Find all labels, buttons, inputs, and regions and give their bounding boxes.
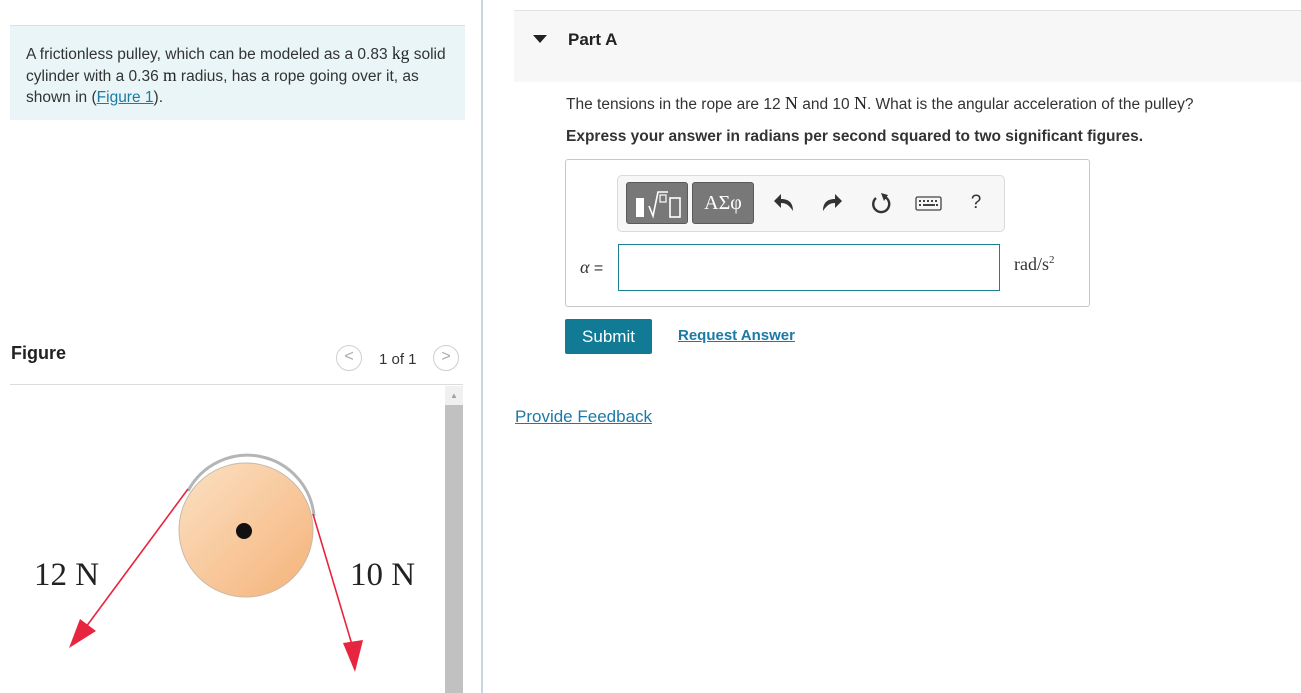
request-answer-link[interactable]: Request Answer bbox=[678, 327, 795, 344]
problem-statement: A frictionless pulley, which can be mode… bbox=[10, 25, 465, 120]
mass-unit: kg bbox=[391, 43, 410, 63]
tension-1-value: 12 bbox=[763, 96, 781, 113]
right-arrowhead bbox=[343, 640, 363, 672]
tension-1-unit: N bbox=[784, 93, 798, 113]
unit-exponent: 2 bbox=[1049, 254, 1055, 266]
next-figure-button[interactable]: > bbox=[433, 345, 459, 371]
help-icon[interactable]: ? bbox=[961, 184, 991, 222]
symbols-button[interactable]: ΑΣφ bbox=[692, 182, 754, 224]
submit-button[interactable]: Submit bbox=[565, 319, 652, 354]
figure-title: Figure bbox=[11, 343, 67, 363]
scroll-up-icon[interactable]: ▲ bbox=[445, 388, 463, 404]
undo-icon[interactable] bbox=[770, 184, 800, 222]
answer-unit: rad/s2 bbox=[1014, 254, 1055, 275]
left-tension-label: 12 N bbox=[34, 557, 99, 593]
equals-sign: = bbox=[589, 260, 604, 277]
right-rope-arrow bbox=[312, 513, 354, 649]
figure-page-counter: 1 of 1 bbox=[379, 351, 417, 368]
radius-value: 0.36 bbox=[128, 68, 159, 85]
left-arrowhead bbox=[69, 619, 96, 648]
tension-2-value: 10 bbox=[832, 96, 850, 113]
question-fragment: The tensions in the rope are bbox=[566, 96, 764, 113]
math-toolbar: ΑΣφ ? bbox=[617, 175, 1005, 232]
tension-2-unit: N bbox=[853, 93, 867, 113]
provide-feedback-link[interactable]: Provide Feedback bbox=[515, 407, 652, 427]
unit-base: rad/s bbox=[1014, 254, 1049, 274]
caret-down-icon[interactable] bbox=[533, 35, 547, 43]
part-header[interactable]: Part A bbox=[514, 10, 1301, 82]
question-text: The tensions in the rope are 12 N and 10… bbox=[566, 93, 1194, 114]
radius-unit: m bbox=[163, 65, 177, 85]
answer-input[interactable] bbox=[618, 244, 1000, 291]
pulley-axle bbox=[236, 523, 252, 539]
templates-icon bbox=[636, 191, 681, 219]
reset-icon[interactable] bbox=[866, 184, 896, 222]
problem-text: ). bbox=[153, 89, 163, 106]
figure-divider bbox=[10, 384, 463, 385]
pulley-figure: 12 N 10 N bbox=[34, 453, 415, 672]
answer-instruction: Express your answer in radians per secon… bbox=[566, 128, 1144, 145]
answer-variable-label: α = bbox=[580, 257, 603, 278]
right-tension-label: 10 N bbox=[350, 557, 415, 593]
figure-scrollbar-thumb[interactable] bbox=[445, 405, 463, 693]
keyboard-icon[interactable] bbox=[914, 184, 944, 222]
templates-button[interactable] bbox=[626, 182, 688, 224]
panel-divider bbox=[481, 0, 483, 693]
mass-value: 0.83 bbox=[357, 46, 388, 63]
previous-figure-button[interactable]: < bbox=[336, 345, 362, 371]
problem-text: A frictionless pulley, which can be mode… bbox=[26, 46, 358, 63]
part-title: Part A bbox=[568, 30, 618, 49]
figure-link[interactable]: Figure 1 bbox=[97, 89, 154, 106]
redo-icon[interactable] bbox=[816, 184, 846, 222]
question-fragment: . What is the angular acceleration of th… bbox=[866, 96, 1194, 113]
question-fragment: and bbox=[797, 96, 833, 113]
